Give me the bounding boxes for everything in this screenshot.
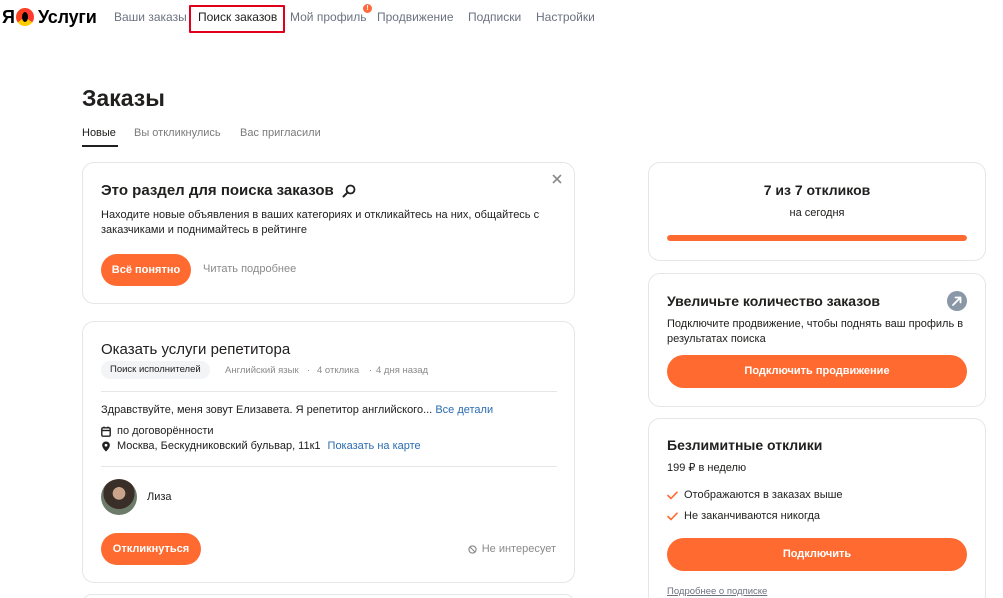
- nav-your-orders[interactable]: Ваши заказы: [114, 10, 187, 25]
- nav-subscriptions[interactable]: Подписки: [468, 10, 521, 25]
- feature-text: Не заканчиваются никогда: [684, 510, 821, 522]
- nav-settings[interactable]: Настройки: [536, 10, 595, 25]
- top-navigation: Я Услуги Ваши заказы Поиск заказов Мой п…: [0, 0, 1003, 34]
- check-icon: [667, 511, 678, 520]
- page-title: Заказы: [82, 85, 165, 111]
- search-info-card: Это раздел для поиска заказов Находите н…: [82, 162, 575, 304]
- order-address: Москва, Бескудниковский бульвар, 11к1: [117, 440, 321, 452]
- order-price: по договорённости: [117, 425, 214, 437]
- unlimited-title: Безлимитные отклики: [667, 437, 823, 453]
- next-order-card[interactable]: [82, 594, 575, 598]
- close-icon[interactable]: [550, 172, 564, 186]
- tab-new[interactable]: Новые: [82, 126, 116, 140]
- order-description-text: Здравствуйте, меня зовут Елизавета. Я ре…: [101, 404, 433, 416]
- order-status-tag: Поиск исполнителей: [101, 361, 210, 379]
- info-card-text: Находите новые объявления в ваших катего…: [101, 209, 540, 236]
- responses-progress-bar: [667, 235, 967, 241]
- order-title[interactable]: Оказать услуги репетитора: [101, 341, 290, 358]
- order-response-count: 4 отклика: [317, 365, 360, 376]
- nav-my-profile[interactable]: Мой профиль: [290, 10, 367, 25]
- order-category: Английский язык: [225, 365, 299, 376]
- meta-separator: ·: [369, 365, 373, 376]
- active-nav-highlight: [189, 5, 285, 33]
- all-details-link[interactable]: Все детали: [435, 404, 493, 416]
- not-interested-label: Не интересует: [481, 543, 556, 555]
- logo-ya: Я: [2, 7, 15, 27]
- unlimited-price: 199 ₽ в неделю: [667, 462, 747, 474]
- check-icon: [667, 490, 678, 499]
- logo-text: Услуги: [37, 7, 97, 27]
- responses-progress-fill: [667, 235, 967, 241]
- responses-period: на сегодня: [789, 207, 845, 219]
- profile-alert-badge: !: [363, 4, 372, 13]
- meta-separator: ·: [307, 365, 311, 376]
- show-on-map-link[interactable]: Показать на карте: [328, 440, 421, 452]
- respond-button[interactable]: Откликнуться: [101, 533, 201, 565]
- divider: [101, 466, 557, 467]
- info-card-title-text: Это раздел для поиска заказов: [101, 182, 334, 199]
- calendar-icon: [101, 426, 111, 437]
- tab-responded[interactable]: Вы откликнулись: [134, 126, 221, 140]
- got-it-button[interactable]: Всё понятно: [101, 254, 191, 286]
- daily-responses-card: 7 из 7 откликов на сегодня: [648, 162, 986, 261]
- feature-text: Отображаются в заказах выше: [684, 489, 843, 501]
- subscription-details-link[interactable]: Подробнее о подписке: [667, 586, 767, 597]
- client-avatar[interactable]: [101, 479, 137, 515]
- unlimited-responses-card: Безлимитные отклики 199 ₽ в неделю Отобр…: [648, 418, 986, 598]
- feature-item: Не заканчиваются никогда: [667, 510, 820, 522]
- enable-promotion-button[interactable]: Подключить продвижение: [667, 355, 967, 388]
- rocket-arrow-icon: [947, 291, 967, 311]
- nav-promotion[interactable]: Продвижение: [377, 10, 454, 25]
- magnifier-icon: [342, 184, 356, 198]
- promotion-title: Увеличьте количество заказов: [667, 293, 880, 309]
- not-interested-button[interactable]: Не интересует: [468, 543, 556, 555]
- info-card-title: Это раздел для поиска заказов: [101, 182, 356, 199]
- yandex-uslugi-logo[interactable]: Я Услуги: [2, 6, 97, 28]
- order-description: Здравствуйте, меня зовут Елизавета. Я ре…: [101, 404, 493, 416]
- divider: [101, 391, 557, 392]
- read-more-link[interactable]: Читать подробнее: [203, 263, 296, 275]
- active-tab-underline: [82, 145, 118, 147]
- order-price-row: по договорённости: [101, 425, 214, 437]
- location-pin-icon: [102, 440, 110, 452]
- promotion-text: Подключите продвижение, чтобы поднять ва…: [667, 318, 964, 345]
- order-posted-time: 4 дня назад: [376, 365, 429, 376]
- hide-icon: [468, 544, 477, 554]
- tab-invited[interactable]: Вас пригласили: [240, 126, 321, 140]
- promotion-card: Увеличьте количество заказов Подключите …: [648, 273, 986, 407]
- subscribe-button[interactable]: Подключить: [667, 538, 967, 571]
- order-card[interactable]: Оказать услуги репетитора Поиск исполнит…: [82, 321, 575, 583]
- order-address-row: Москва, Бескудниковский бульвар, 11к1 По…: [101, 440, 421, 452]
- feature-item: Отображаются в заказах выше: [667, 489, 843, 501]
- logo-circle-icon: [15, 8, 34, 26]
- responses-count: 7 из 7 откликов: [763, 182, 871, 198]
- client-name[interactable]: Лиза: [147, 491, 172, 503]
